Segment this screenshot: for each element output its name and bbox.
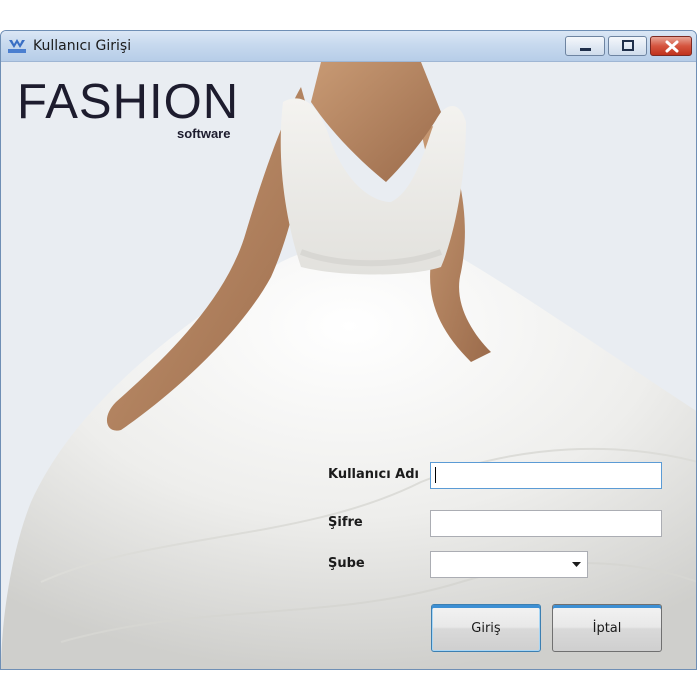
wedding-dress-image bbox=[1, 62, 696, 669]
branch-label: Şube bbox=[328, 556, 365, 571]
title-bar[interactable]: Kullanıcı Girişi bbox=[1, 31, 696, 62]
close-button[interactable] bbox=[650, 36, 692, 56]
dropdown-arrow-icon[interactable] bbox=[572, 562, 581, 568]
branch-select[interactable] bbox=[430, 551, 588, 578]
login-window: Kullanıcı Girişi FASHION software Kullan… bbox=[0, 30, 697, 670]
login-form-area: FASHION software Kullanıcı Adı Şifre Şub… bbox=[1, 62, 696, 669]
username-field[interactable] bbox=[430, 462, 662, 489]
maximize-icon bbox=[622, 40, 634, 51]
password-label: Şifre bbox=[328, 515, 363, 530]
text-caret bbox=[435, 467, 436, 483]
brand-subtitle: software bbox=[177, 126, 231, 141]
close-icon bbox=[665, 40, 679, 53]
cancel-button[interactable]: İptal bbox=[552, 604, 662, 652]
brand-logo: FASHION bbox=[17, 75, 240, 129]
username-label: Kullanıcı Adı bbox=[328, 467, 420, 482]
maximize-button[interactable] bbox=[608, 36, 647, 56]
app-logo-icon bbox=[7, 37, 27, 54]
window-title: Kullanıcı Girişi bbox=[33, 38, 132, 54]
page-background bbox=[0, 670, 700, 700]
login-button[interactable]: Giriş bbox=[431, 604, 541, 652]
minimize-icon bbox=[580, 48, 591, 51]
password-field[interactable] bbox=[430, 510, 662, 537]
minimize-button[interactable] bbox=[565, 36, 605, 56]
